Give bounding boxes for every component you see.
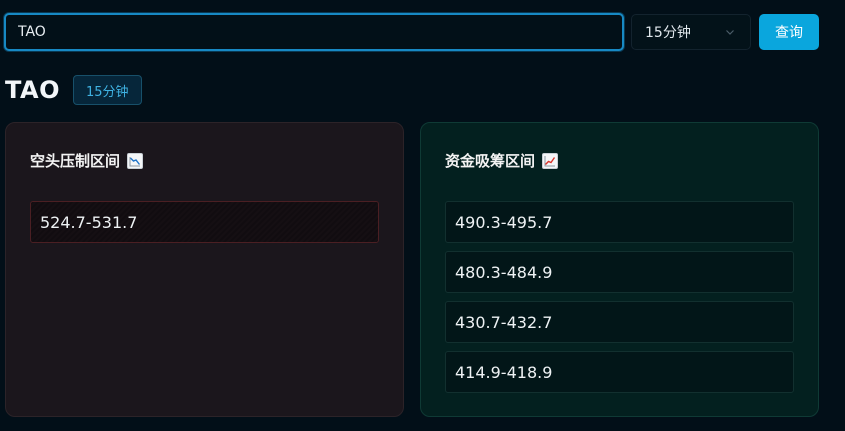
search-input[interactable] bbox=[18, 15, 622, 49]
long-panel-title: 资金吸筹区间 bbox=[445, 150, 559, 171]
interval-select-value: 15分钟 bbox=[645, 25, 691, 41]
range-item: 480.3-484.9 bbox=[445, 251, 794, 293]
short-panel-title-text: 空头压制区间 bbox=[30, 152, 121, 170]
range-item: 430.7-432.7 bbox=[445, 301, 794, 343]
chevron-down-icon bbox=[726, 30, 734, 35]
query-button[interactable]: 查询 bbox=[759, 14, 819, 50]
result-header: TAO 15分钟 bbox=[5, 74, 142, 106]
short-panel-title: 空头压制区间 bbox=[30, 150, 144, 171]
interval-select[interactable]: 15分钟 bbox=[631, 14, 751, 50]
long-panel-title-text: 资金吸筹区间 bbox=[445, 152, 536, 170]
range-item: 414.9-418.9 bbox=[445, 351, 794, 393]
range-item: 524.7-531.7 bbox=[30, 201, 379, 243]
long-range-list: 490.3-495.7 480.3-484.9 430.7-432.7 414.9-4… bbox=[445, 201, 794, 401]
search-bar: 15分钟 查询 bbox=[0, 0, 845, 60]
accumulation-panel: 资金吸筹区间 490.3-495.7 480.3-484.9 430.7-432.7… bbox=[420, 122, 819, 417]
chart-increasing-icon bbox=[542, 152, 559, 169]
range-item: 490.3-495.7 bbox=[445, 201, 794, 243]
short-pressure-panel: 空头压制区间 524.7-531.7 bbox=[5, 122, 404, 417]
chart-decreasing-icon bbox=[127, 152, 144, 169]
search-field[interactable] bbox=[4, 13, 624, 51]
symbol-title: TAO bbox=[5, 76, 60, 104]
short-range-list: 524.7-531.7 bbox=[30, 201, 379, 251]
interval-tag: 15分钟 bbox=[72, 75, 142, 105]
